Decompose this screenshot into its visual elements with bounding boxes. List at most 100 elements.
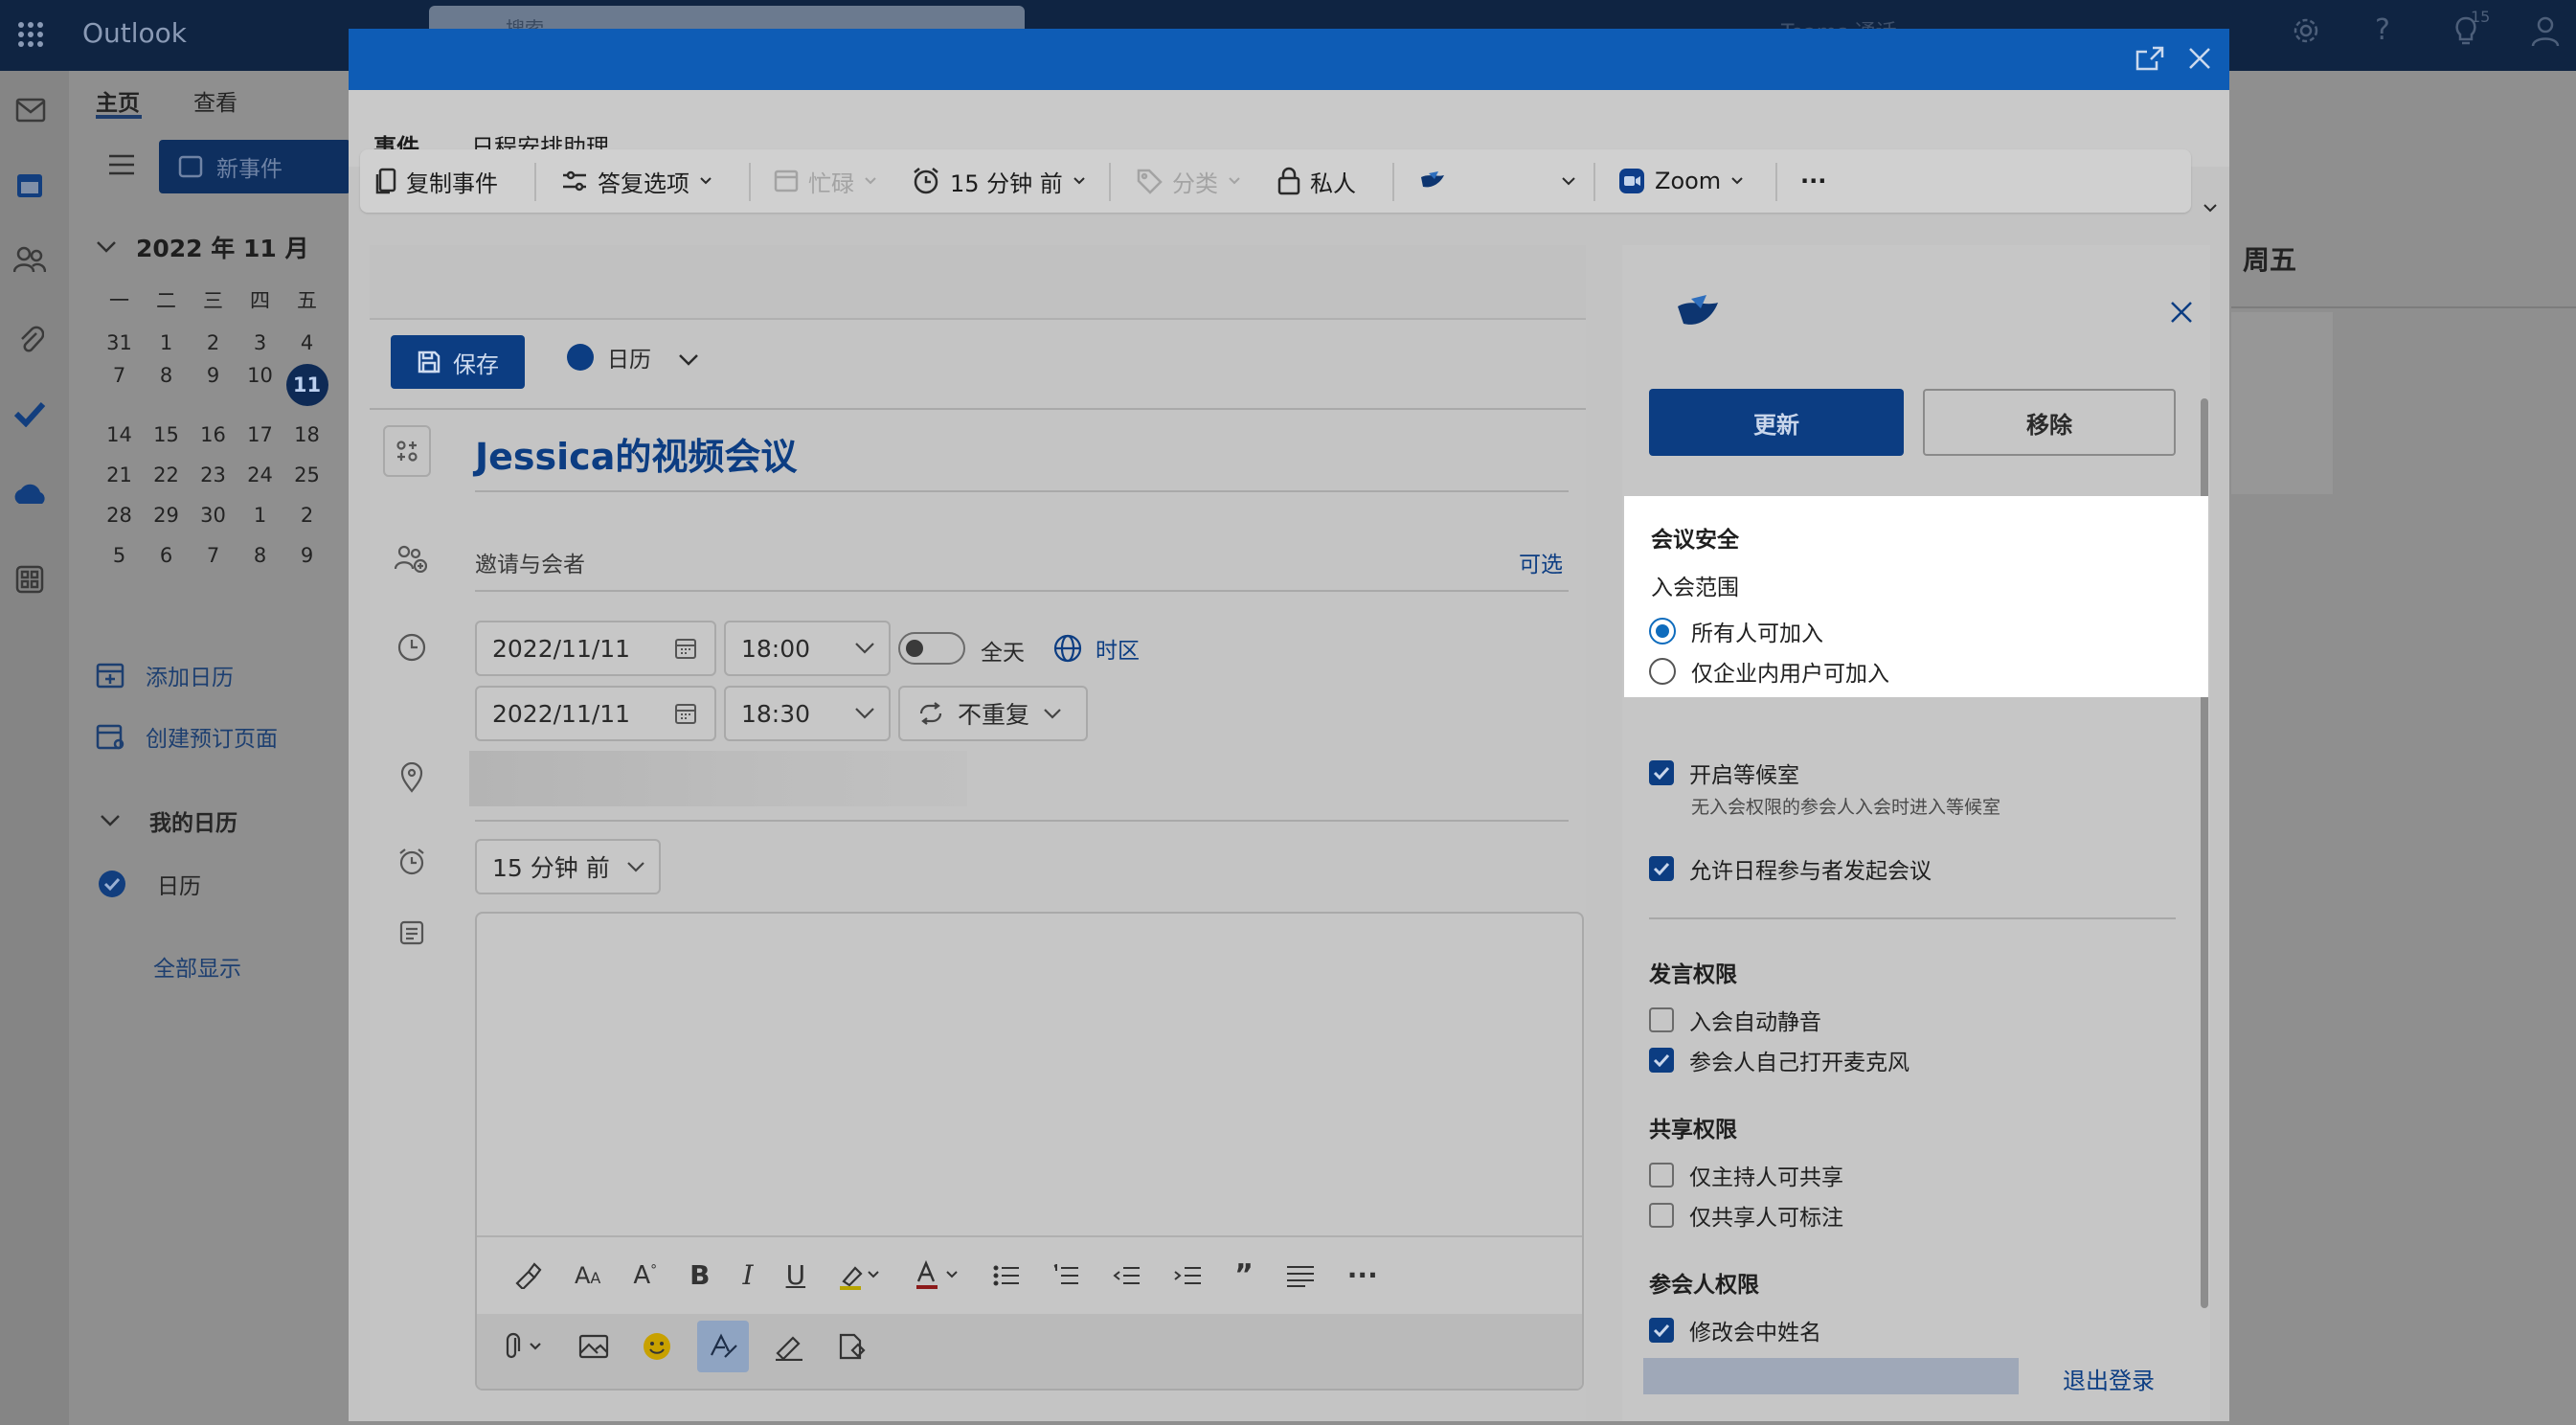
allow-start-option[interactable]: 允许日程参与者发起会议 xyxy=(1649,852,1932,885)
more-format-icon[interactable]: ··· xyxy=(1347,1259,1378,1291)
italic-icon[interactable]: I xyxy=(743,1259,754,1291)
align-icon[interactable] xyxy=(1286,1264,1315,1287)
create-booking-link[interactable]: 创建预订页面 xyxy=(96,720,278,753)
decrease-indent-icon[interactable] xyxy=(1112,1265,1141,1286)
editor-mode-icon[interactable] xyxy=(697,1321,749,1372)
scope-internal-option[interactable]: 仅企业内用户可加入 xyxy=(1649,655,1889,688)
timezone-button[interactable]: 时区 xyxy=(1053,632,1140,665)
calendar-day[interactable]: 11 xyxy=(283,364,330,406)
rename-option[interactable]: 修改会中姓名 xyxy=(1649,1314,1821,1346)
reply-options-button[interactable]: 答复选项 xyxy=(561,149,712,213)
popout-icon[interactable] xyxy=(2135,46,2164,71)
calendar-day[interactable]: 21 xyxy=(96,464,143,486)
underline-icon[interactable]: U xyxy=(786,1259,806,1291)
waiting-room-checkbox[interactable] xyxy=(1649,760,1674,785)
my-calendars-group[interactable]: 我的日历 xyxy=(100,804,237,837)
mail-icon[interactable] xyxy=(15,98,46,123)
calendar-day[interactable]: 1 xyxy=(143,331,190,354)
calendar-day[interactable]: 7 xyxy=(190,544,237,567)
settings-icon[interactable] xyxy=(2291,15,2321,46)
show-all-link[interactable]: 全部显示 xyxy=(153,950,241,983)
calendar-day[interactable]: 8 xyxy=(237,544,283,567)
help-icon[interactable]: ? xyxy=(2375,13,2390,47)
chevron-down-icon[interactable] xyxy=(96,240,117,254)
logout-link[interactable]: 退出登录 xyxy=(2063,1362,2155,1395)
addin-dropdown[interactable] xyxy=(1419,149,1448,213)
close-icon[interactable] xyxy=(2187,46,2212,71)
location-input[interactable] xyxy=(469,751,967,806)
font-color-icon[interactable] xyxy=(915,1259,960,1291)
host-share-option[interactable]: 仅主持人可共享 xyxy=(1649,1159,1843,1191)
scope-internal-radio[interactable] xyxy=(1649,658,1676,685)
attachment-icon[interactable] xyxy=(17,324,44,354)
todo-icon[interactable] xyxy=(13,400,46,427)
onedrive-icon[interactable] xyxy=(11,483,48,506)
auto-mute-checkbox[interactable] xyxy=(1649,1007,1674,1032)
calendar-day[interactable]: 31 xyxy=(96,331,143,354)
category-button[interactable]: 分类 xyxy=(1136,149,1241,213)
scope-all-option[interactable]: 所有人可加入 xyxy=(1649,615,1823,647)
calendar-day[interactable]: 23 xyxy=(190,464,237,486)
account-icon[interactable] xyxy=(2530,15,2561,48)
calendar-day[interactable]: 8 xyxy=(143,364,190,406)
auto-mute-option[interactable]: 入会自动静音 xyxy=(1649,1004,1821,1036)
body-editor[interactable]: AA A° B I U ” ··· xyxy=(475,912,1584,1391)
people-icon[interactable] xyxy=(13,245,46,274)
calendar-day[interactable]: 16 xyxy=(190,423,237,446)
emoji-icon[interactable] xyxy=(642,1331,672,1362)
optional-attendees-link[interactable]: 可选 xyxy=(1519,546,1563,578)
numbering-icon[interactable] xyxy=(1052,1263,1079,1287)
self-unmute-checkbox[interactable] xyxy=(1649,1048,1674,1073)
more-options-button[interactable]: ··· xyxy=(1800,149,1826,213)
sharer-annotate-checkbox[interactable] xyxy=(1649,1203,1674,1228)
calendar-list-item[interactable]: 日历 xyxy=(98,868,201,900)
invite-attendees-input[interactable]: 邀请与会者 xyxy=(475,546,585,578)
busy-status-button[interactable]: 忙碌 xyxy=(774,149,877,213)
increase-indent-icon[interactable] xyxy=(1173,1265,1202,1286)
calendar-day[interactable]: 29 xyxy=(143,504,190,527)
calendar-day[interactable]: 6 xyxy=(143,544,190,567)
calendar-day[interactable]: 9 xyxy=(190,364,237,406)
calendar-day[interactable]: 1 xyxy=(237,504,283,527)
calendar-day[interactable]: 14 xyxy=(96,423,143,446)
zoom-button[interactable]: Zoom xyxy=(1618,149,1744,213)
event-title[interactable]: Jessica的视频会议 xyxy=(475,427,797,480)
template-icon[interactable] xyxy=(837,1331,868,1362)
hamburger-icon[interactable] xyxy=(107,153,136,176)
quote-icon[interactable]: ” xyxy=(1234,1258,1254,1292)
rename-checkbox[interactable] xyxy=(1649,1318,1674,1343)
calendar-today[interactable]: 11 xyxy=(285,364,328,406)
self-unmute-option[interactable]: 参会人自己打开麦克风 xyxy=(1649,1044,1909,1076)
highlight-icon[interactable] xyxy=(838,1260,882,1291)
calendar-day[interactable]: 25 xyxy=(283,464,330,486)
attach-file-icon[interactable] xyxy=(504,1332,546,1361)
calendar-day[interactable]: 17 xyxy=(237,423,283,446)
calendar-selector[interactable]: 日历 xyxy=(567,341,699,373)
calendar-day[interactable]: 2 xyxy=(190,331,237,354)
app-launcher-icon[interactable] xyxy=(17,21,44,48)
chevron-down-icon[interactable] xyxy=(1561,176,1576,186)
font-size-icon[interactable]: AA xyxy=(575,1262,600,1289)
host-share-checkbox[interactable] xyxy=(1649,1163,1674,1188)
view-tab[interactable]: 查看 xyxy=(193,84,237,117)
reminder-dropdown[interactable]: 15 分钟 前 xyxy=(475,839,661,894)
calendar-day[interactable]: 28 xyxy=(96,504,143,527)
calendar-day[interactable]: 5 xyxy=(96,544,143,567)
start-date-field[interactable]: 2022/11/11 xyxy=(475,621,716,676)
copy-event-button[interactable]: 复制事件 xyxy=(375,149,498,213)
end-time-field[interactable]: 18:30 xyxy=(724,686,891,741)
allow-start-checkbox[interactable] xyxy=(1649,856,1674,881)
all-day-toggle[interactable] xyxy=(898,632,965,665)
start-time-field[interactable]: 18:00 xyxy=(724,621,891,676)
home-tab[interactable]: 主页 xyxy=(96,84,140,117)
calendar-day[interactable]: 10 xyxy=(237,364,283,406)
repeat-dropdown[interactable]: 不重复 xyxy=(898,686,1088,741)
calendar-day[interactable]: 2 xyxy=(283,504,330,527)
calendar-day[interactable]: 4 xyxy=(283,331,330,354)
calendar-day[interactable]: 18 xyxy=(283,423,330,446)
update-button[interactable]: 更新 xyxy=(1649,389,1904,456)
bold-icon[interactable]: B xyxy=(689,1259,710,1291)
save-button[interactable]: 保存 xyxy=(391,335,525,389)
calendar-day[interactable]: 3 xyxy=(237,331,283,354)
waiting-room-option[interactable]: 开启等候室 xyxy=(1649,757,1799,789)
